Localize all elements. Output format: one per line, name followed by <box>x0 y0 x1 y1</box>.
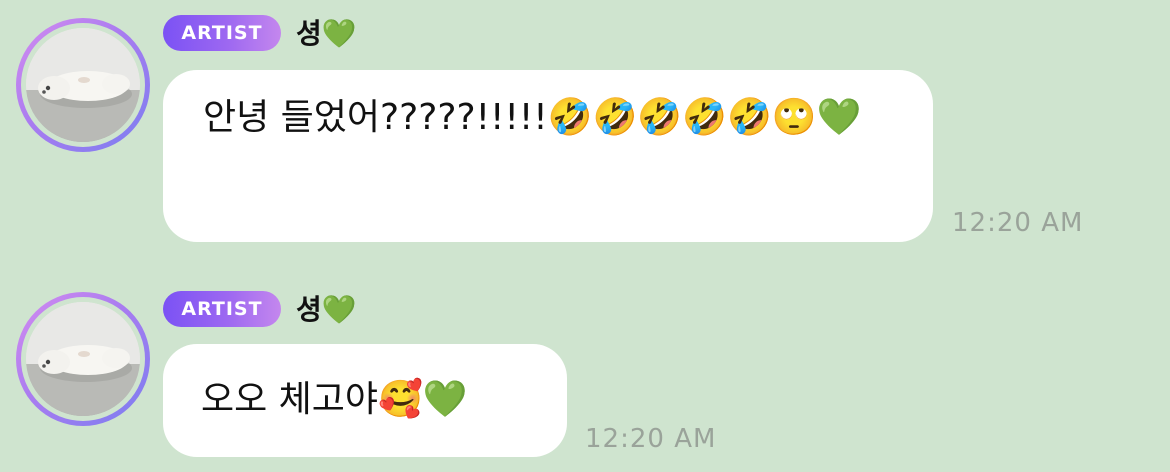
avatar-photo <box>26 302 140 416</box>
chat-message: ARTIST 셩💚 오오 체고야🥰💚 12:20 AM <box>0 0 1170 472</box>
message-timestamp: 12:20 AM <box>585 424 717 454</box>
avatar-border <box>21 297 145 421</box>
dog-photo-icon <box>26 302 140 416</box>
artist-badge: ARTIST <box>163 291 281 327</box>
avatar[interactable] <box>16 292 150 426</box>
sender-name: 셩💚 <box>296 293 357 326</box>
message-bubble[interactable]: 오오 체고야🥰💚 <box>163 344 567 457</box>
message-text: 오오 체고야🥰💚 <box>201 379 468 420</box>
